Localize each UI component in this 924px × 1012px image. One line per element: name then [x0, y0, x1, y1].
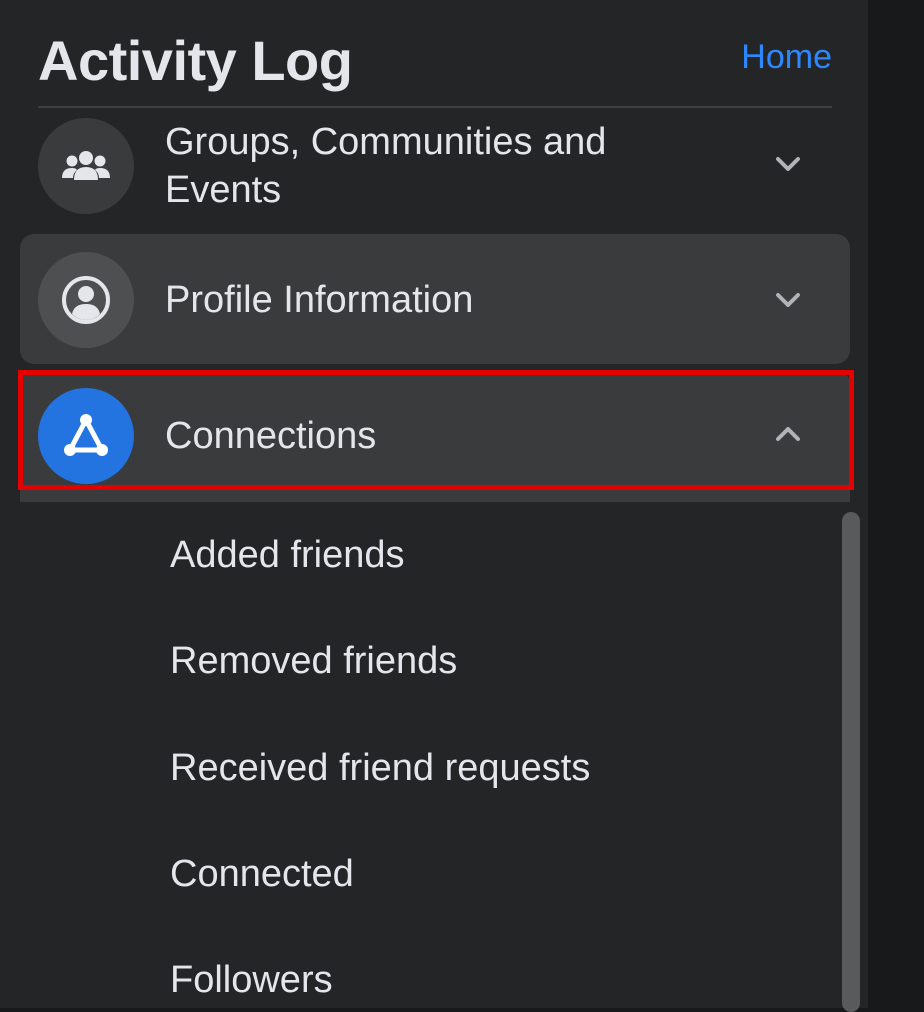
groups-icon: [62, 151, 110, 180]
category-profile-information[interactable]: Profile Information: [20, 234, 850, 364]
category-label: Groups, Communities and Events: [165, 121, 607, 211]
content-area-edge: [868, 0, 924, 1008]
sub-item-connected[interactable]: Connected: [170, 853, 354, 896]
category-label: Profile Information: [165, 279, 474, 321]
connections-icon: [64, 414, 108, 456]
groups-icon-container: [38, 118, 134, 214]
category-groups-communities-events[interactable]: Groups, Communities and Events: [20, 110, 850, 228]
sub-item-received-friend-requests[interactable]: Received friend requests: [170, 747, 590, 790]
chevron-down-icon[interactable]: [774, 150, 802, 178]
connections-icon-container: [38, 388, 134, 484]
category-connections[interactable]: Connections: [18, 370, 854, 502]
chevron-down-icon[interactable]: [774, 286, 802, 314]
profile-icon: [62, 276, 110, 324]
activity-log-panel: Activity Log Home Groups, Communities an…: [0, 0, 868, 1012]
profile-icon-container: [38, 252, 134, 348]
sub-item-removed-friends[interactable]: Removed friends: [170, 640, 457, 683]
chevron-up-icon[interactable]: [774, 420, 802, 448]
header: Activity Log Home: [38, 22, 832, 108]
home-link[interactable]: Home: [741, 38, 832, 77]
category-label: Connections: [165, 415, 377, 457]
sub-item-followers[interactable]: Followers: [170, 959, 333, 1002]
sub-item-added-friends[interactable]: Added friends: [170, 534, 405, 577]
highlight-box: [18, 370, 854, 490]
page-title: Activity Log: [38, 29, 353, 92]
scrollbar[interactable]: [842, 512, 860, 1012]
